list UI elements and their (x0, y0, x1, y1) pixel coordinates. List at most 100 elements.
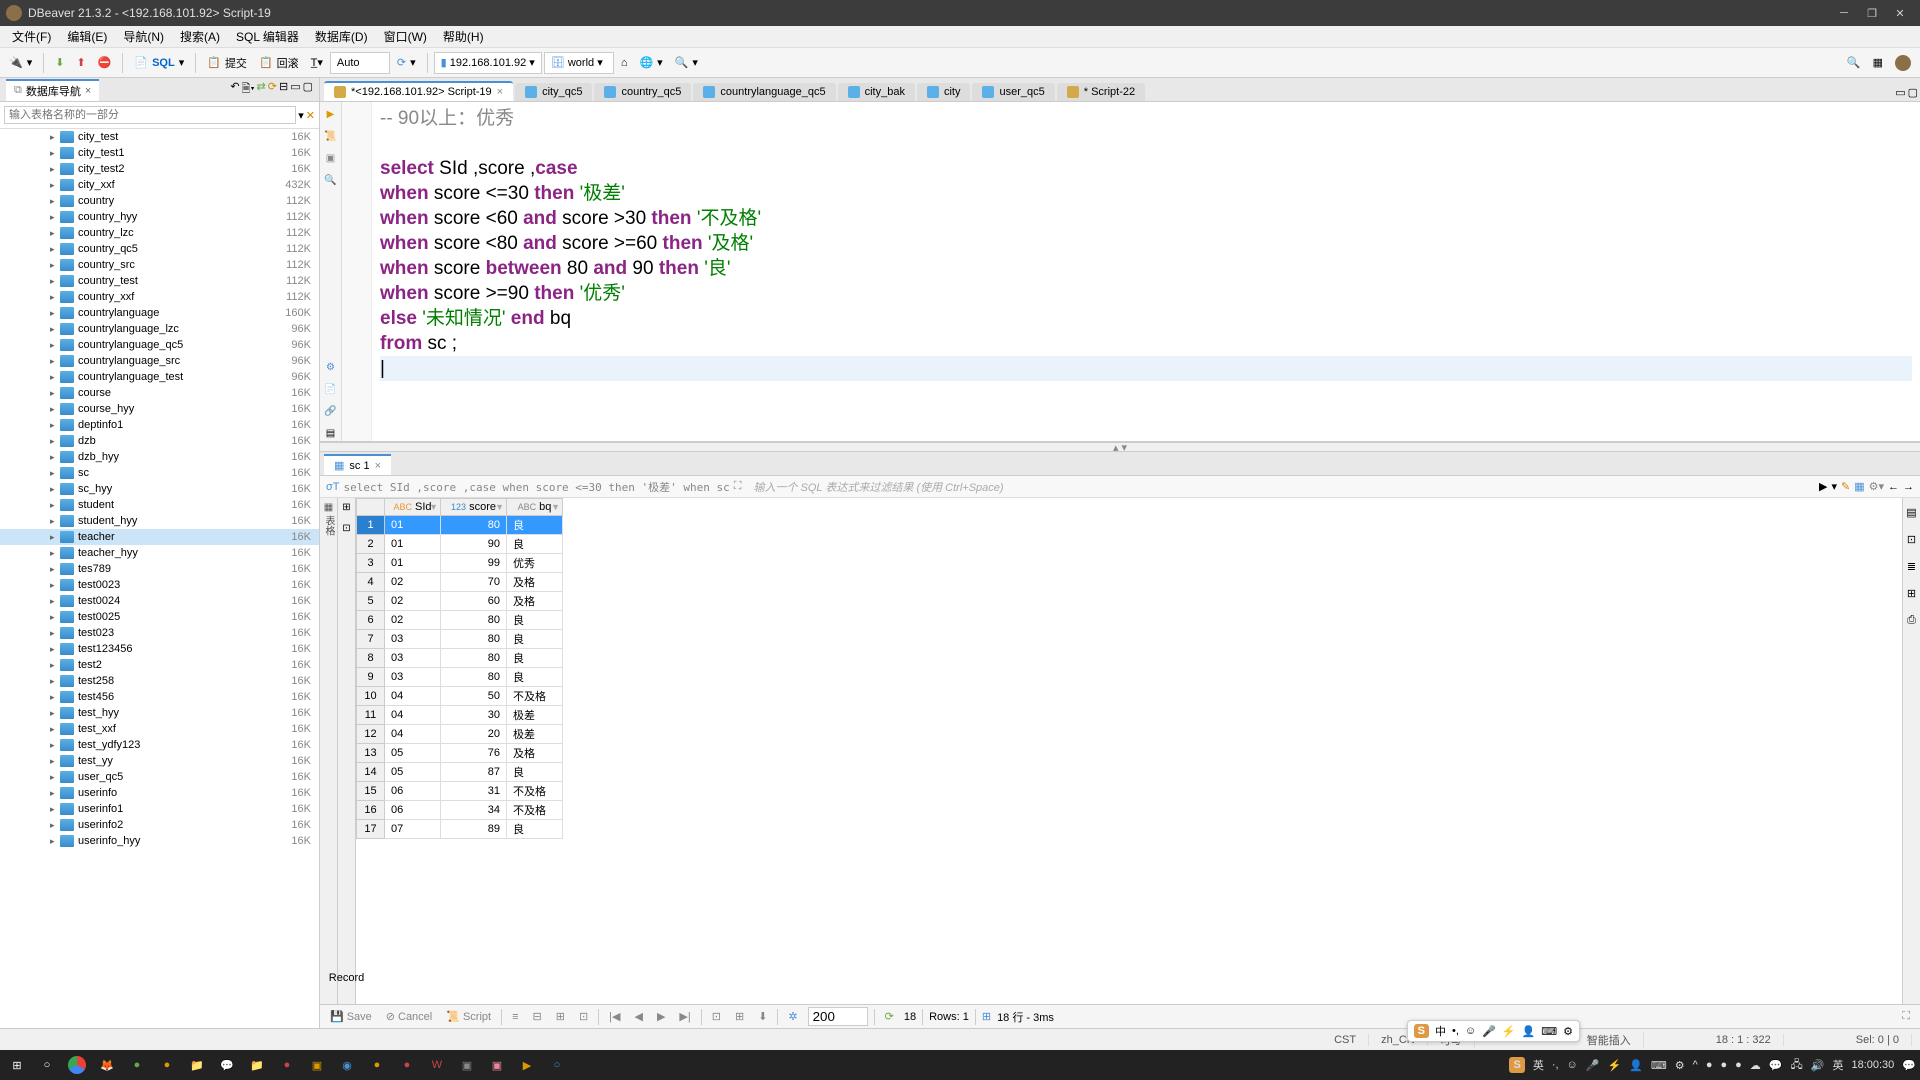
app-5[interactable]: ● (154, 1052, 180, 1078)
table-row[interactable]: ▸tes78916K (0, 561, 319, 577)
table-row[interactable]: ▸test002416K (0, 593, 319, 609)
next-page[interactable]: ▶ (653, 1008, 669, 1025)
tray-bolt[interactable]: ⚡ (1607, 1059, 1621, 1072)
cell-sid[interactable]: 01 (385, 516, 441, 535)
result-row[interactable]: 170789良 (357, 820, 563, 839)
cell-score[interactable]: 80 (441, 630, 507, 649)
autocommit-combo[interactable]: Auto (330, 52, 390, 74)
tray-a4[interactable]: ☁ (1750, 1059, 1761, 1072)
editor-tab[interactable]: city_qc5 (515, 83, 592, 101)
expand-icon[interactable]: ▸ (50, 356, 60, 367)
table-row[interactable]: ▸city_xxf432K (0, 177, 319, 193)
close-button[interactable]: ✕ (1886, 2, 1914, 24)
expand-icon[interactable]: ▸ (50, 340, 60, 351)
expand-icon[interactable]: ▸ (50, 468, 60, 479)
cell-sid[interactable]: 07 (385, 820, 441, 839)
close-result-tab[interactable]: × (375, 460, 381, 472)
expand-icon[interactable]: ▸ (50, 148, 60, 159)
table-row[interactable]: ▸countrylanguage160K (0, 305, 319, 321)
tray-a1[interactable]: ● (1706, 1059, 1713, 1071)
last-page[interactable]: ▶| (675, 1008, 694, 1025)
table-row[interactable]: ▸test_yy16K (0, 753, 319, 769)
expand-icon[interactable]: ▸ (50, 724, 60, 735)
rollback-button[interactable]: 📋回滚 (254, 52, 304, 74)
column-score[interactable]: 123 score▼ (441, 499, 507, 516)
table-row[interactable]: ▸test_ydfy12316K (0, 737, 319, 753)
maximize-result[interactable]: ⛶ (1898, 1008, 1914, 1025)
cell-bq[interactable]: 不及格 (507, 782, 563, 801)
cell-bq[interactable]: 良 (507, 820, 563, 839)
editor-tab[interactable]: user_qc5 (972, 83, 1054, 101)
start-button[interactable]: ⊞ (4, 1052, 30, 1078)
expand-icon[interactable]: ▸ (50, 196, 60, 207)
close-tab-icon[interactable]: × (85, 85, 91, 97)
expand-icon[interactable]: ▸ (50, 644, 60, 655)
execute-button[interactable]: ▶ (323, 106, 339, 122)
expand-icon[interactable]: ▸ (50, 388, 60, 399)
table-row[interactable]: ▸test002516K (0, 609, 319, 625)
table-row[interactable]: ▸country_hyy112K (0, 209, 319, 225)
filter-clear-button[interactable]: ✕ (306, 109, 315, 122)
result-row[interactable]: 30199优秀 (357, 554, 563, 573)
table-row[interactable]: ▸country_lzc112K (0, 225, 319, 241)
app-14[interactable]: W (424, 1052, 450, 1078)
column-sid[interactable]: ABC SId▼ (385, 499, 441, 516)
wechat-app[interactable]: 💬 (214, 1052, 240, 1078)
ime-punct[interactable]: ·, (1552, 1059, 1559, 1071)
tray-vol[interactable]: 🔊 (1811, 1059, 1825, 1072)
cell-score[interactable]: 89 (441, 820, 507, 839)
chrome-app[interactable] (64, 1052, 90, 1078)
app-6[interactable]: 📁 (184, 1052, 210, 1078)
tray-acc[interactable]: 👤 (1629, 1059, 1643, 1072)
expand-icon[interactable]: ▸ (50, 804, 60, 815)
table-row[interactable]: ▸city_test116K (0, 145, 319, 161)
table-row[interactable]: ▸test25816K (0, 673, 319, 689)
nav-back-button[interactable]: ↶ (230, 80, 239, 99)
expand-icon[interactable]: ⛶ (734, 480, 742, 493)
table-row[interactable]: ▸sc_hyy16K (0, 481, 319, 497)
res-first-button[interactable]: ← (1888, 481, 1899, 493)
group-tab[interactable]: ⊞ (1907, 587, 1916, 600)
filter-icon[interactable]: ▼ (429, 502, 438, 512)
expand-icon[interactable]: ▸ (50, 612, 60, 623)
filter-icon[interactable]: ▼ (551, 502, 560, 512)
value-tab[interactable]: ⊡ (1907, 533, 1916, 546)
text-mode-tab[interactable]: ⊞ (342, 502, 350, 513)
search-button[interactable]: 🔍 (1842, 53, 1866, 72)
cell-sid[interactable]: 03 (385, 668, 441, 687)
ime-lang[interactable]: 英 (1533, 1057, 1544, 1073)
navigator-tab[interactable]: ⧉ 数据库导航 × (6, 79, 99, 101)
first-page[interactable]: |◀ (605, 1008, 624, 1025)
panel-button[interactable]: ▤ (323, 425, 339, 441)
fetch-config[interactable]: ✲ (784, 1008, 801, 1025)
script-button[interactable]: 📜Script (442, 1008, 495, 1025)
cell-score[interactable]: 60 (441, 592, 507, 611)
editor-tab[interactable]: *<192.168.101.92> Script-19× (324, 81, 513, 101)
cell-bq[interactable]: 良 (507, 649, 563, 668)
menu-navigate[interactable]: 导航(N) (115, 26, 172, 47)
new-sql-button[interactable]: 📄SQL▾ (129, 53, 189, 72)
disconnect-button[interactable]: ⬆ (71, 53, 90, 72)
table-row[interactable]: ▸course16K (0, 385, 319, 401)
cell-sid[interactable]: 03 (385, 649, 441, 668)
expand-icon[interactable]: ▸ (50, 180, 60, 191)
table-row[interactable]: ▸test216K (0, 657, 319, 673)
cell-sid[interactable]: 02 (385, 611, 441, 630)
explain-button[interactable]: 🔍 (323, 172, 339, 188)
table-row[interactable]: ▸userinfo116K (0, 801, 319, 817)
result-row[interactable]: 60280良 (357, 611, 563, 630)
settings-button[interactable]: ⚙▾ (1869, 480, 1884, 493)
align-right[interactable]: ⊞ (552, 1008, 569, 1025)
cell-sid[interactable]: 01 (385, 554, 441, 573)
menu-edit[interactable]: 编辑(E) (59, 26, 115, 47)
cell-sid[interactable]: 06 (385, 801, 441, 820)
app-12[interactable]: ● (364, 1052, 390, 1078)
ime-toolbar[interactable]: S 中 •, ☺ 🎤 ⚡ 👤 ⌨ ⚙ (1407, 1020, 1580, 1042)
tray-a2[interactable]: ● (1720, 1059, 1727, 1071)
expand-icon[interactable]: ▸ (50, 628, 60, 639)
cell-score[interactable]: 70 (441, 573, 507, 592)
expand-icon[interactable]: ▸ (50, 564, 60, 575)
cell-score[interactable]: 80 (441, 516, 507, 535)
expand-icon[interactable]: ▸ (50, 244, 60, 255)
expand-icon[interactable]: ▸ (50, 372, 60, 383)
